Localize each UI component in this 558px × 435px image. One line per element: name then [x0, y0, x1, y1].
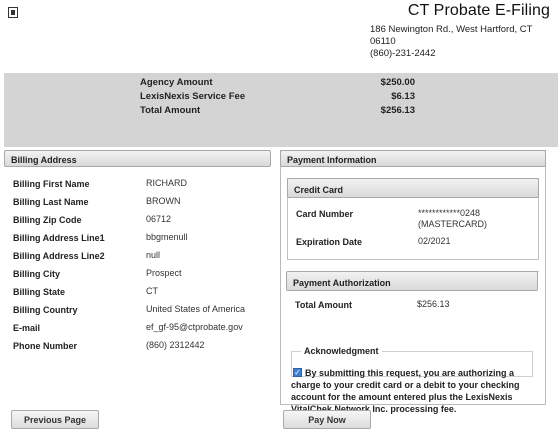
logo-icon: [8, 7, 18, 18]
brand-title: CT Probate E-Filing: [407, 2, 550, 19]
billing-value: BROWN: [146, 196, 181, 206]
summary-row-agency: Agency Amount $250.00: [140, 77, 415, 88]
auth-total-label: Total Amount: [295, 300, 352, 310]
summary-label: Total Amount: [140, 105, 201, 116]
billing-label: E-mail: [13, 323, 41, 333]
billing-value: CT: [146, 286, 158, 296]
billing-label: Billing Country: [13, 305, 78, 315]
summary-row-total: Total Amount $256.13: [140, 105, 415, 116]
acknowledgment-legend: Acknowledgment: [301, 346, 382, 356]
billing-value: (860) 2312442: [146, 340, 205, 350]
amount-summary: Agency Amount $250.00 LexisNexis Service…: [4, 73, 558, 147]
credit-card-section: Credit Card Card Number ************0248…: [287, 178, 539, 260]
billing-value: RICHARD: [146, 178, 188, 188]
pay-now-button[interactable]: Pay Now: [283, 410, 371, 429]
billing-value: United States of America: [146, 304, 246, 314]
billing-label: Billing Address Line2: [13, 251, 105, 261]
card-number-value: ************0248 (MASTERCARD): [418, 208, 487, 229]
billing-value: Prospect: [146, 268, 182, 278]
payment-authorization-header: Payment Authorization: [286, 271, 538, 291]
summary-amount: $256.13: [380, 105, 415, 116]
previous-page-button[interactable]: Previous Page: [11, 410, 99, 429]
summary-amount: $6.13: [391, 91, 415, 102]
expiration-label: Expiration Date: [296, 237, 363, 247]
payment-authorization-section: Payment Authorization Total Amount $256.…: [286, 271, 539, 414]
payment-information-panel: Payment Information Credit Card Card Num…: [280, 150, 546, 414]
acknowledgment-text: By submitting this request, you are auth…: [291, 368, 520, 414]
billing-address-header: Billing Address: [4, 150, 271, 167]
billing-value: bbgmenull: [146, 232, 188, 242]
billing-label: Billing Last Name: [13, 197, 89, 207]
billing-label: Billing State: [13, 287, 66, 297]
brand-address: 186 Newington Rd., West Hartford, CT 061…: [370, 24, 533, 47]
expiration-value: 02/2021: [418, 236, 451, 246]
auth-total-value: $256.13: [417, 299, 450, 309]
billing-label: Phone Number: [13, 341, 78, 351]
summary-row-service-fee: LexisNexis Service Fee $6.13: [140, 91, 415, 102]
billing-label: Billing First Name: [13, 179, 90, 189]
summary-amount: $250.00: [380, 77, 415, 88]
billing-label: Billing City: [13, 269, 60, 279]
summary-label: LexisNexis Service Fee: [140, 91, 246, 102]
brand-block: CT Probate E-Filing 186 Newington Rd., W…: [370, 2, 550, 60]
billing-value: null: [146, 250, 161, 260]
billing-address-panel: Billing Address Billing First Name RICHA…: [4, 150, 271, 368]
card-number-label: Card Number: [296, 209, 354, 219]
payment-information-header: Payment Information: [280, 150, 546, 167]
brand-phone: (860)-231-2442: [370, 48, 436, 59]
billing-value: 06712: [146, 214, 172, 224]
billing-label: Billing Zip Code: [13, 215, 82, 225]
billing-value: ef_gf-95@ctprobate.gov: [146, 322, 243, 332]
acknowledgment-checkbox[interactable]: ✓: [293, 368, 302, 377]
credit-card-header: Credit Card: [287, 178, 539, 198]
summary-label: Agency Amount: [140, 77, 213, 88]
billing-label: Billing Address Line1: [13, 233, 105, 243]
